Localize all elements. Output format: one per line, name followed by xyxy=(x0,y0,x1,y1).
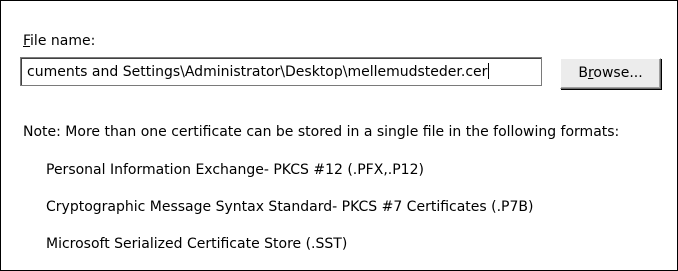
file-to-import-panel: File name: cuments and Settings\Administ… xyxy=(0,0,678,271)
file-name-value: cuments and Settings\Administrator\Deskt… xyxy=(27,64,488,80)
file-name-label: File name: xyxy=(23,33,95,50)
browse-label-before: B xyxy=(578,65,588,81)
format-item-p7b: Cryptographic Message Syntax Standard- P… xyxy=(46,199,534,215)
format-item-pfx: Personal Information Exchange- PKCS #12 … xyxy=(46,162,424,178)
file-name-label-text: ile name: xyxy=(30,33,96,49)
text-caret xyxy=(488,63,490,79)
browse-label-after: owse... xyxy=(593,65,643,81)
browse-button[interactable]: Browse... xyxy=(560,58,661,89)
file-name-input[interactable]: cuments and Settings\Administrator\Deskt… xyxy=(20,57,542,86)
format-item-sst: Microsoft Serialized Certificate Store (… xyxy=(46,236,348,252)
file-name-input-text: cuments and Settings\Administrator\Deskt… xyxy=(27,63,490,81)
note-text: Note: More than one certificate can be s… xyxy=(23,124,620,140)
file-name-label-mnemonic: F xyxy=(23,33,31,49)
